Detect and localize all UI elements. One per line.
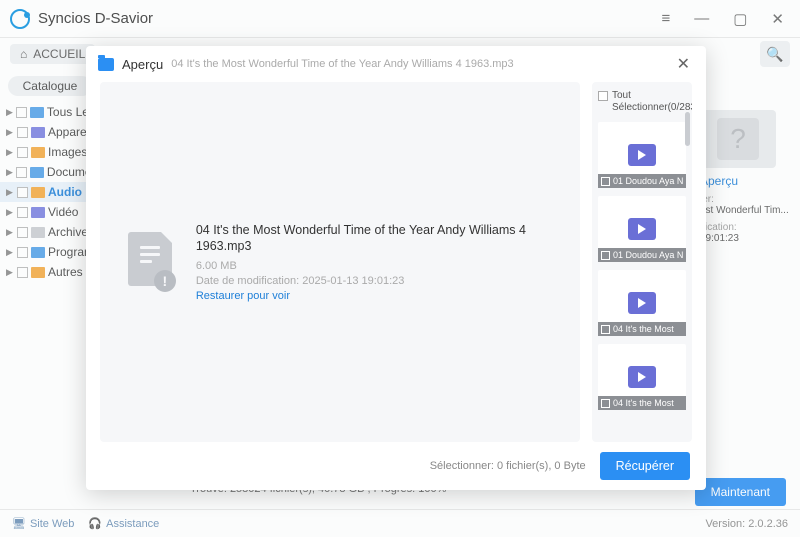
thumb-checkbox[interactable] bbox=[601, 251, 610, 260]
thumb-caption: 01 Doudou Aya N bbox=[598, 174, 686, 188]
select-all-checkbox[interactable] bbox=[598, 91, 608, 101]
play-icon bbox=[628, 366, 656, 388]
thumb-caption: 04 It's the Most bbox=[598, 322, 686, 336]
thumb-item[interactable]: 04 It's the Most bbox=[598, 344, 686, 410]
play-icon bbox=[628, 292, 656, 314]
thumb-scrollbar[interactable] bbox=[685, 112, 690, 146]
modal-close-button[interactable]: ✕ bbox=[673, 54, 694, 74]
select-all[interactable]: Tout Sélectionner(0/283) bbox=[598, 90, 686, 114]
thumb-caption: 01 Doudou Aya N bbox=[598, 248, 686, 262]
file-name: 04 It's the Most Wonderful Time of the Y… bbox=[196, 222, 556, 255]
modal-footer: Sélectionner: 0 fichier(s), 0 Byte Récup… bbox=[86, 442, 706, 490]
modal-filename-header: 04 It's the Most Wonderful Time of the Y… bbox=[171, 58, 513, 70]
preview-pane: ! 04 It's the Most Wonderful Time of the… bbox=[100, 82, 580, 442]
thumb-item[interactable]: 04 It's the Most bbox=[598, 270, 686, 336]
file-size: 6.00 MB bbox=[196, 260, 556, 272]
recover-button[interactable]: Récupérer bbox=[600, 452, 690, 480]
thumb-item[interactable]: 01 Doudou Aya N bbox=[598, 122, 686, 188]
play-icon bbox=[628, 218, 656, 240]
selection-summary: Sélectionner: 0 fichier(s), 0 Byte bbox=[430, 460, 586, 472]
file-icon: ! bbox=[124, 232, 176, 292]
thumb-checkbox[interactable] bbox=[601, 177, 610, 186]
thumb-caption: 04 It's the Most bbox=[598, 396, 686, 410]
restore-link[interactable]: Restaurer pour voir bbox=[196, 290, 556, 302]
play-icon bbox=[628, 144, 656, 166]
thumbnails-column: Tout Sélectionner(0/283) 01 Doudou Aya N… bbox=[592, 82, 692, 442]
thumb-checkbox[interactable] bbox=[601, 325, 610, 334]
thumb-item[interactable]: 01 Doudou Aya N bbox=[598, 196, 686, 262]
folder-icon bbox=[98, 58, 114, 71]
file-modified: Date de modification: 2025-01-13 19:01:2… bbox=[196, 275, 556, 287]
thumb-checkbox[interactable] bbox=[601, 399, 610, 408]
modal-title: Aperçu bbox=[122, 57, 163, 72]
modal-header: Aperçu 04 It's the Most Wonderful Time o… bbox=[86, 46, 706, 82]
warning-icon: ! bbox=[154, 270, 176, 292]
preview-modal: Aperçu 04 It's the Most Wonderful Time o… bbox=[86, 46, 706, 490]
